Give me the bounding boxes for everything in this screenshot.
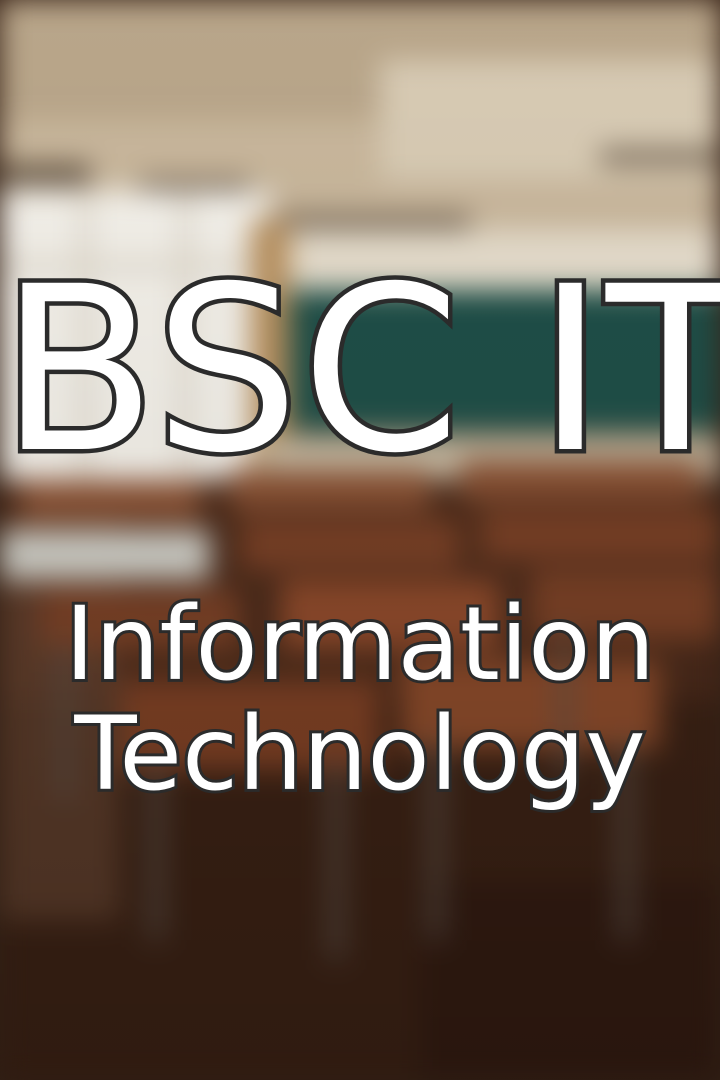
poster: BSC IT Information Technology — [0, 0, 720, 1080]
subtitle-line-2: Technology — [71, 695, 648, 814]
subtitle-line-1: Information — [62, 585, 658, 704]
background-shade — [0, 0, 720, 1080]
poster-title: BSC IT — [0, 237, 720, 503]
